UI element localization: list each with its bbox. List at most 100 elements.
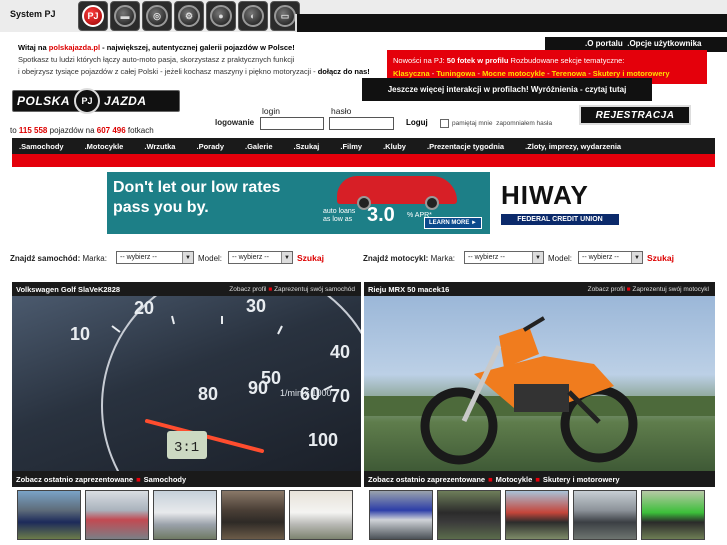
car-profile-link[interactable]: Zobacz profil	[229, 286, 266, 293]
moto-recent-link[interactable]: Zobacz ostatnio zaprezentowane	[368, 475, 485, 484]
learn-more-button[interactable]: LEARN MORE ►	[424, 217, 482, 229]
thumbnail[interactable]	[289, 490, 353, 540]
wheel-icon[interactable]: ◎	[142, 1, 172, 31]
moto-model-select[interactable]: -- wybierz -- ▼	[578, 251, 643, 264]
remember-label: pamiętaj mnie zapomniałem hasła	[452, 120, 553, 127]
search-car-label: Znajdź samochód: Marka:	[10, 254, 107, 263]
site-stats: to 115 558 pojazdów na 607 496 fotkach	[10, 126, 154, 135]
car-category-link[interactable]: Samochody	[144, 475, 187, 484]
chevron-down-icon: ▼	[182, 252, 193, 263]
odometer-display: 3:1	[174, 440, 199, 456]
nav-item-prezentacje[interactable]: .Prezentacje tygodnia	[420, 142, 504, 151]
car-model-select[interactable]: -- wybierz -- ▼	[228, 251, 293, 264]
thumbnail[interactable]	[17, 490, 81, 540]
thumbnail[interactable]	[369, 490, 433, 540]
password-label: hasło	[331, 106, 352, 116]
moto-thumbnails	[369, 490, 705, 540]
gauge-label: 20	[134, 298, 154, 318]
site-logo[interactable]: POLSKA PJ JAZDA	[12, 88, 180, 114]
thumbnail[interactable]	[221, 490, 285, 540]
user-options-link[interactable]: .Opcje użytkownika	[627, 39, 701, 48]
system-dark-strip	[295, 14, 727, 32]
gauge-label: 100	[308, 430, 338, 450]
moto-search-button[interactable]: Szukaj	[647, 253, 674, 263]
gauge-label: 30	[246, 296, 266, 316]
nav-item-filmy[interactable]: .Filmy	[333, 142, 362, 151]
section-link[interactable]: Klasyczna	[393, 69, 430, 78]
nav-item-zloty[interactable]: .Zloty, imprezy, wydarzenia	[518, 142, 621, 151]
car-search-button[interactable]: Szukaj	[297, 253, 324, 263]
car-brand-select[interactable]: -- wybierz -- ▼	[116, 251, 194, 264]
thumbnail[interactable]	[85, 490, 149, 540]
section-link[interactable]: Tuningowa	[436, 69, 475, 78]
section-link[interactable]: Terenowa	[552, 69, 586, 78]
chevron-down-icon: ▼	[532, 252, 543, 263]
about-portal-link[interactable]: .O portalu	[585, 39, 623, 48]
pj-logo-icon[interactable]: PJ	[78, 1, 108, 31]
gauge-label: 10	[70, 324, 90, 344]
gauge-label: 40	[330, 342, 350, 362]
nav-item-wrzutka[interactable]: .Wrzutka	[137, 142, 175, 151]
car-title[interactable]: Volkswagen Golf SlaVeK2828	[16, 285, 120, 294]
car-recent-link[interactable]: Zobacz ostatnio zaprezentowane	[16, 475, 133, 484]
gauge-label: 70	[330, 386, 350, 406]
login-button[interactable]: Loguj	[406, 118, 428, 127]
site-link[interactable]: polskajazda.pl	[49, 43, 100, 52]
hiway-logo: HIWAY	[501, 180, 589, 210]
helmet-icon[interactable]: ●	[206, 1, 236, 31]
register-button[interactable]: REJESTRACJA	[579, 105, 691, 125]
motorcycle-icon[interactable]: ⚙	[174, 1, 204, 31]
car-panel-header: Volkswagen Golf SlaVeK2828 Zobacz profil…	[12, 282, 361, 296]
welcome-text: Witaj na polskajazda.pl - największej, a…	[18, 43, 370, 76]
main-nav: .Samochody .Motocykle .Wrzutka .Porady .…	[12, 138, 715, 154]
moto-profile-link[interactable]: Zobacz profil	[588, 286, 625, 293]
promo-banner[interactable]: Jeszcze więcej interakcji w profilach! W…	[362, 78, 652, 101]
nav-item-motocykle[interactable]: .Motocykle	[78, 142, 124, 151]
moto-brand-select[interactable]: -- wybierz -- ▼	[464, 251, 544, 264]
moto-photo[interactable]	[364, 296, 715, 471]
moto-category-link[interactable]: Motocykle	[496, 475, 533, 484]
chevron-down-icon: ▼	[281, 252, 292, 263]
thumbnail[interactable]	[641, 490, 705, 540]
section-link[interactable]: Mocne motocykle	[482, 69, 545, 78]
chevron-down-icon: ▼	[631, 252, 642, 263]
banner-rate: 3.0	[367, 204, 395, 226]
forgot-password-link[interactable]: zapomniałem hasła	[496, 120, 552, 127]
thumbnail[interactable]	[573, 490, 637, 540]
login-title: logowanie	[215, 118, 255, 127]
login-input[interactable]	[260, 117, 324, 130]
present-moto-link[interactable]: Zaprezentuj swój motocykl	[632, 286, 709, 293]
car-thumbnails	[17, 490, 353, 540]
scooter-icon[interactable]: ◐	[238, 1, 268, 31]
ad-banner[interactable]: Don't let our low rates pass you by. auto…	[107, 172, 620, 234]
moto-title[interactable]: Rieju MRX 50 macek16	[368, 285, 449, 294]
present-car-link[interactable]: Zaprezentuj swój samochód	[274, 286, 355, 293]
nav-item-kluby[interactable]: .Kluby	[376, 142, 406, 151]
moto-panel-header: Rieju MRX 50 macek16 Zobacz profil ■ Zap…	[364, 282, 715, 296]
system-label: System PJ	[10, 9, 56, 19]
nav-item-samochody[interactable]: .Samochody	[12, 142, 64, 151]
nav-item-porady[interactable]: .Porady	[189, 142, 224, 151]
thumbnail[interactable]	[437, 490, 501, 540]
speedometer-image: 10 20 30 40 50 60 70 80 90 100 1/min x 1…	[70, 296, 361, 471]
nav-item-szukaj[interactable]: .Szukaj	[287, 142, 320, 151]
section-link[interactable]: Skutery i motorowery	[593, 69, 670, 78]
gauge-label: 80	[198, 384, 218, 404]
system-icons: PJ ▬ ◎ ⚙ ● ◐ ▭	[78, 1, 300, 31]
pj-logo-icon: PJ	[74, 88, 101, 114]
nav-item-galerie[interactable]: .Galerie	[238, 142, 273, 151]
car-panel-footer: Zobacz ostatnio zaprezentowane ■ Samochody	[12, 471, 361, 487]
password-input[interactable]	[329, 117, 394, 130]
gauge-label: 90	[248, 378, 268, 398]
sub-nav-bar	[12, 154, 715, 167]
red-car-image	[337, 176, 457, 204]
scooter-category-link[interactable]: Skutery i motorowery	[543, 475, 620, 484]
join-link[interactable]: dołącz do nas!	[318, 67, 370, 76]
login-label: login	[262, 106, 280, 116]
thumbnail[interactable]	[153, 490, 217, 540]
remember-checkbox[interactable]	[440, 119, 449, 128]
thumbnail[interactable]	[505, 490, 569, 540]
car-photo[interactable]: 10 20 30 40 50 60 70 80 90 100 1/min x 1…	[12, 296, 361, 471]
moto-panel-footer: Zobacz ostatnio zaprezentowane ■ Motocykle…	[364, 471, 715, 487]
car-icon[interactable]: ▬	[110, 1, 140, 31]
